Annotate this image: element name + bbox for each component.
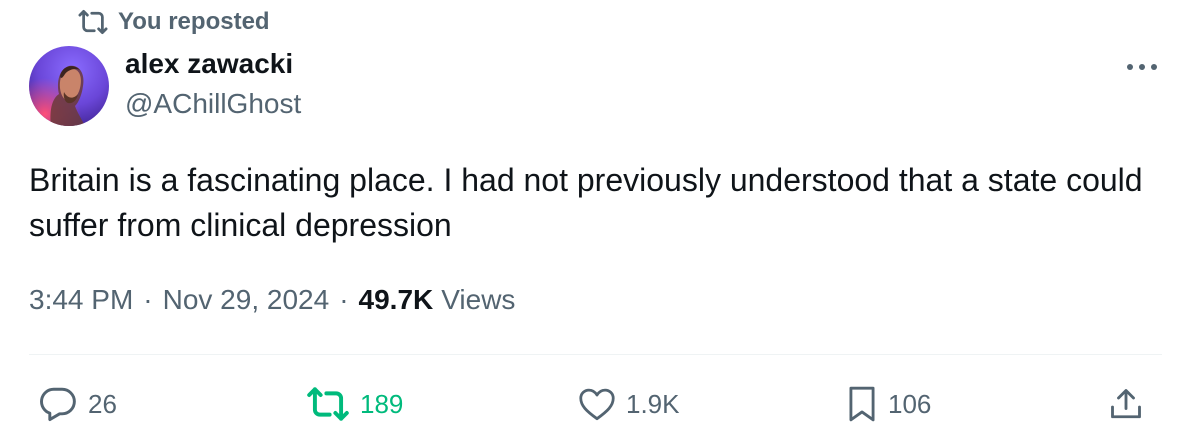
divider	[29, 354, 1162, 355]
like-button[interactable]: 1.9K	[578, 382, 680, 426]
share-icon	[1108, 386, 1144, 422]
repost-button[interactable]: 189	[306, 382, 403, 426]
repost-banner[interactable]: You reposted	[78, 6, 270, 38]
repost-count: 189	[360, 388, 404, 419]
tweet-text: Britain is a fascinating place. I had no…	[29, 162, 1143, 243]
reply-count: 26	[88, 388, 117, 419]
more-options-button[interactable]	[1120, 56, 1164, 80]
bookmark-count: 106	[888, 388, 932, 419]
tweet-date[interactable]: Nov 29, 2024	[163, 284, 330, 316]
bookmark-icon	[846, 385, 878, 423]
author-display-name[interactable]: alex zawacki	[125, 48, 293, 80]
more-icon	[1125, 59, 1159, 77]
like-count: 1.9K	[626, 388, 680, 419]
tweet-time[interactable]: 3:44 PM	[29, 284, 133, 316]
meta-separator: ·	[143, 284, 153, 315]
repost-icon	[78, 7, 108, 37]
views-count: 49.7K	[358, 284, 434, 315]
repost-icon	[306, 386, 350, 422]
heart-icon	[578, 387, 616, 421]
avatar[interactable]	[29, 46, 109, 126]
views-label: Views	[441, 284, 516, 315]
bookmark-button[interactable]: 106	[846, 382, 931, 426]
reply-button[interactable]: 26	[38, 382, 117, 426]
reply-icon	[38, 386, 78, 422]
author-handle[interactable]: @AChillGhost	[125, 88, 301, 120]
repost-banner-text: You reposted	[118, 8, 270, 35]
share-button[interactable]	[1108, 382, 1144, 426]
meta-separator: ·	[339, 284, 349, 315]
tweet-meta: 3:44 PM · Nov 29, 2024 · 49.7K Views	[29, 284, 515, 316]
